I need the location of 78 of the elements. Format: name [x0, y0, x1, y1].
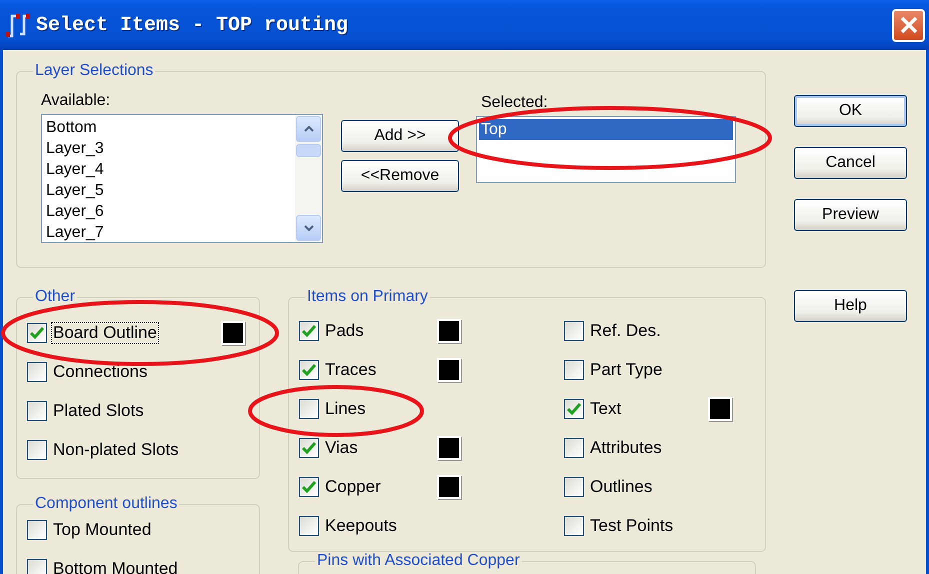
checkbox-label[interactable]: Non-plated Slots: [51, 439, 181, 461]
checkbox[interactable]: [564, 321, 584, 341]
checkmark-icon: [567, 403, 581, 415]
dialog-button[interactable]: Help: [794, 290, 907, 322]
color-swatch[interactable]: [437, 475, 461, 499]
dialog-button[interactable]: Preview: [794, 199, 907, 231]
group-title: Items on Primary: [306, 288, 429, 306]
group-title: Other: [34, 288, 76, 306]
checkbox[interactable]: [27, 520, 47, 540]
checkbox-label[interactable]: Traces: [323, 359, 378, 381]
checkbox[interactable]: [27, 559, 47, 574]
checkbox[interactable]: [299, 321, 319, 341]
scrollbar[interactable]: [295, 115, 322, 242]
checkbox-label[interactable]: Attributes: [588, 437, 664, 459]
color-swatch[interactable]: [221, 321, 245, 345]
checkbox-label[interactable]: Part Type: [588, 359, 664, 381]
group-title: Component outlines: [34, 495, 178, 513]
checkbox[interactable]: [27, 362, 47, 382]
checkbox[interactable]: [27, 440, 47, 460]
app-logo-icon: [6, 12, 30, 38]
checkbox-label[interactable]: Outlines: [588, 476, 654, 498]
checkmark-icon: [302, 325, 316, 337]
list-item[interactable]: Layer_6: [44, 201, 293, 222]
scroll-up-icon[interactable]: [296, 116, 321, 142]
color-swatch[interactable]: [708, 397, 732, 421]
color-swatch[interactable]: [437, 319, 461, 343]
checkmark-icon: [302, 481, 316, 493]
checkmark-icon: [302, 364, 316, 376]
close-button[interactable]: [892, 8, 925, 42]
checkbox[interactable]: [299, 516, 319, 536]
checkbox-label[interactable]: Copper: [323, 476, 383, 498]
checkmark-icon: [302, 442, 316, 454]
group-title: Pins with Associated Copper: [316, 552, 521, 570]
dialog-button[interactable]: Cancel: [794, 147, 907, 179]
checkbox-label[interactable]: Connections: [51, 361, 150, 383]
close-icon: [900, 16, 918, 34]
scroll-down-icon[interactable]: [296, 215, 321, 241]
list-item[interactable]: Layer_4: [44, 159, 293, 180]
checkbox[interactable]: [299, 477, 319, 497]
checkbox[interactable]: [27, 323, 47, 343]
checkbox-label[interactable]: Test Points: [588, 515, 676, 537]
available-list[interactable]: Bottom Layer_3 Layer_4 Layer_5 Layer_6 Layer_7: [41, 114, 323, 243]
window-title: Select Items - TOP routing: [36, 14, 350, 36]
list-item[interactable]: Layer_5: [44, 180, 293, 201]
checkbox[interactable]: [564, 399, 584, 419]
checkbox[interactable]: [564, 477, 584, 497]
checkbox[interactable]: [299, 399, 319, 419]
checkbox-label[interactable]: Keepouts: [323, 515, 399, 537]
group-title: Layer Selections: [34, 62, 154, 80]
checkbox-label[interactable]: Board Outline: [51, 322, 159, 344]
checkmark-icon: [30, 327, 44, 339]
list-item[interactable]: Top: [479, 119, 733, 140]
add-button[interactable]: Add >>: [341, 120, 459, 152]
checkbox-label[interactable]: Text: [588, 398, 624, 420]
checkbox-label[interactable]: Vias: [323, 437, 360, 459]
selected-list[interactable]: Top: [476, 116, 736, 183]
checkbox[interactable]: [299, 360, 319, 380]
list-item[interactable]: Layer_3: [44, 138, 293, 159]
list-label: Available:: [41, 92, 112, 110]
checkbox-label[interactable]: Ref. Des.: [588, 320, 663, 342]
checkbox[interactable]: [564, 360, 584, 380]
checkbox-label[interactable]: Top Mounted: [51, 519, 154, 541]
list-item[interactable]: Bottom: [44, 117, 293, 138]
list-item[interactable]: Layer_7: [44, 222, 293, 243]
remove-button[interactable]: <<Remove: [341, 160, 459, 192]
checkbox-label[interactable]: Lines: [323, 398, 368, 420]
checkbox[interactable]: [564, 438, 584, 458]
checkbox[interactable]: [299, 438, 319, 458]
checkbox-label[interactable]: Bottom Mounted: [51, 558, 180, 574]
checkbox-label[interactable]: Pads: [323, 320, 366, 342]
color-swatch[interactable]: [437, 436, 461, 460]
dialog-button[interactable]: OK: [794, 95, 907, 127]
scroll-thumb[interactable]: [296, 144, 321, 157]
checkbox-label[interactable]: Plated Slots: [51, 400, 146, 422]
color-swatch[interactable]: [437, 358, 461, 382]
checkbox[interactable]: [564, 516, 584, 536]
list-label: Selected:: [480, 94, 549, 112]
checkbox[interactable]: [27, 401, 47, 421]
